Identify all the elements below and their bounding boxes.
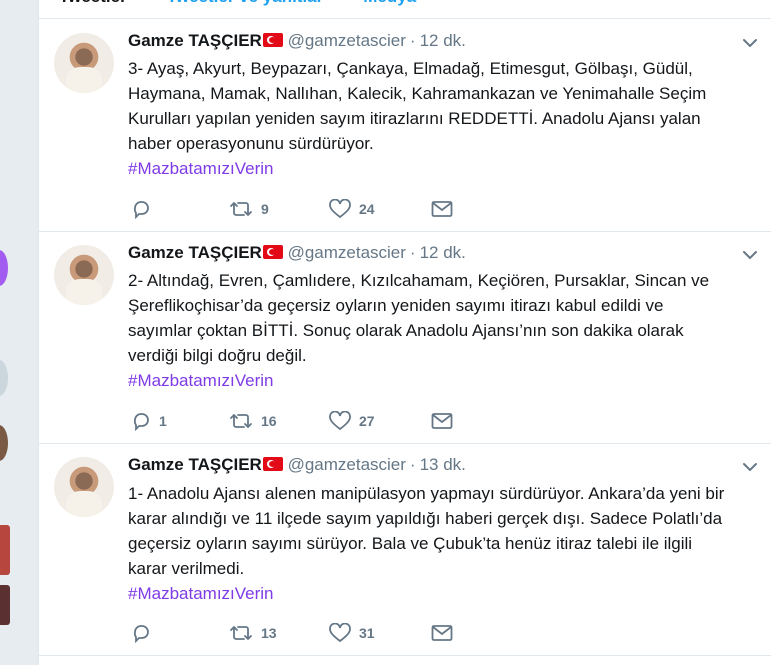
tweet-text: 2- Altındağ, Evren, Çamlıdere, Kızılcaha… [128,268,728,393]
retweet-count: 16 [261,413,277,429]
retweet-count: 13 [261,625,277,641]
timestamp[interactable]: 13 dk. [420,455,466,474]
brown-avatar-fragment [0,425,8,461]
chevron-down-icon[interactable] [742,37,758,49]
heart-icon [329,199,351,219]
tweet[interactable]: Gamze TAŞÇIER @gamzetascier · 12 dk. 3- Ay… [39,19,771,232]
tab-tweets[interactable]: Tweetler [59,0,127,18]
envelope-icon [431,201,453,217]
retweet-icon [230,414,252,428]
username[interactable]: @gamzetascier [288,455,406,474]
reply-icon [133,625,149,643]
display-name[interactable]: Gamze TAŞÇIER [128,243,262,262]
avatar[interactable] [54,457,114,517]
chevron-down-icon[interactable] [742,461,758,473]
tweet-actions: 9 24 [131,198,471,220]
reply-button[interactable] [131,198,159,220]
avatar[interactable] [54,33,114,93]
retweet-button[interactable]: 13 [229,622,277,644]
turkey-flag-icon [262,33,283,47]
heart-icon [329,411,351,431]
avatar[interactable] [54,245,114,305]
chevron-down-icon[interactable] [742,249,758,261]
turkey-flag-icon [262,245,283,259]
reply-icon [133,413,149,431]
tweet-body: 1- Anadolu Ajansı alenen manipülasyon ya… [128,484,725,578]
tweet-text: 3- Ayaş, Akyurt, Beypazarı, Çankaya, Elm… [128,56,728,181]
gray-avatar-fragment [0,360,8,396]
display-name[interactable]: Gamze TAŞÇIER [128,31,262,50]
timestamp[interactable]: 12 dk. [420,243,466,262]
reply-button[interactable] [131,622,159,644]
like-count: 27 [359,413,375,429]
tab-media[interactable]: Medya [363,0,416,18]
direct-message-button[interactable] [431,410,453,432]
envelope-icon [431,625,453,641]
image-fragment [0,525,10,575]
retweet-count: 9 [261,201,269,217]
like-count: 24 [359,201,375,217]
hashtag-link[interactable]: #MazbatamızıVerin [128,581,728,606]
like-button[interactable]: 31 [329,622,375,644]
turkey-flag-icon [262,457,283,471]
left-sidebar-strip [0,0,38,665]
purple-avatar-fragment [0,250,8,286]
direct-message-button[interactable] [431,198,453,220]
tab-tweets-and-replies[interactable]: Tweetler ve yanıtlar [167,0,324,18]
retweet-button[interactable]: 9 [229,198,269,220]
display-name[interactable]: Gamze TAŞÇIER [128,455,262,474]
profile-tabs: Tweetler Tweetler ve yanıtlar Medya [39,0,771,19]
image-fragment-2 [0,585,10,625]
username[interactable]: @gamzetascier [288,31,406,50]
retweet-icon [230,626,252,640]
timeline: Tweetler Tweetler ve yanıtlar Medya Gamz… [38,0,771,665]
username[interactable]: @gamzetascier [288,243,406,262]
direct-message-button[interactable] [431,622,453,644]
envelope-icon [431,413,453,429]
tweet-header: Gamze TAŞÇIER @gamzetascier · 12 dk. [128,243,466,262]
like-button[interactable]: 24 [329,198,375,220]
tweet-header: Gamze TAŞÇIER @gamzetascier · 12 dk. [128,31,466,50]
timestamp[interactable]: 12 dk. [420,31,466,50]
retweet-button[interactable]: 16 [229,410,277,432]
hashtag-link[interactable]: #MazbatamızıVerin [128,156,728,181]
tweet-actions: 13 31 [131,622,471,644]
tweet-text: 1- Anadolu Ajansı alenen manipülasyon ya… [128,481,728,606]
like-button[interactable]: 27 [329,410,375,432]
hashtag-link[interactable]: #MazbatamızıVerin [128,368,728,393]
tweet[interactable]: Gamze TAŞÇIER @gamzetascier · 13 dk. 1- An… [39,443,771,656]
tweet-header: Gamze TAŞÇIER @gamzetascier · 13 dk. [128,455,466,474]
tweet-body: 2- Altındağ, Evren, Çamlıdere, Kızılcaha… [128,271,710,365]
reply-count: 1 [159,413,167,429]
heart-icon [329,623,351,643]
reply-icon [133,201,149,219]
tweet-body: 3- Ayaş, Akyurt, Beypazarı, Çankaya, Elm… [128,59,707,153]
tweet-actions: 1 16 27 [131,410,471,432]
retweet-icon [230,202,252,216]
tweet[interactable]: Gamze TAŞÇIER @gamzetascier · 12 dk. 2- Al… [39,231,771,444]
reply-button[interactable]: 1 [131,410,167,432]
like-count: 31 [359,625,375,641]
